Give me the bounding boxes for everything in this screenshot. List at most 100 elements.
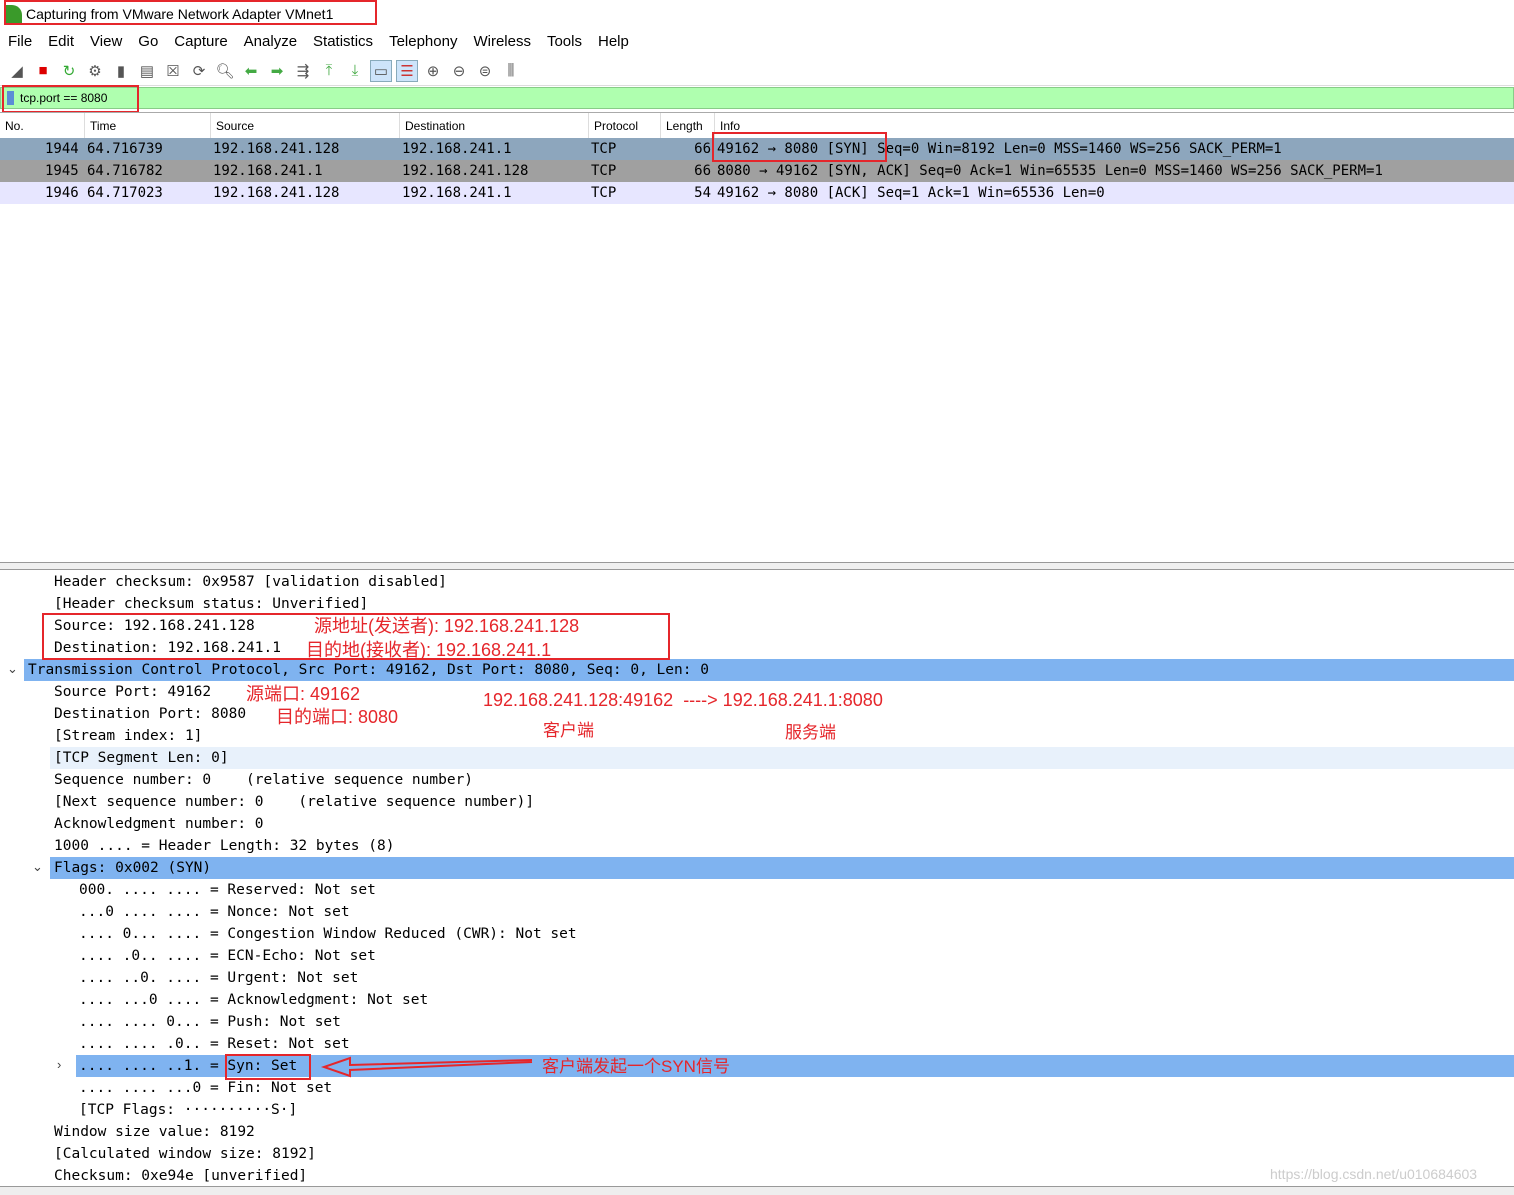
column-destination[interactable]: Destination [399,112,588,139]
detail-line[interactable]: [Calculated window size: 8192] [0,1143,1514,1165]
detail-text: [TCP Segment Len: 0] [54,750,229,766]
resize-columns-icon[interactable]: ⫼ [500,60,522,82]
detail-text: [Stream index: 1] [54,728,203,744]
watermark: https://blog.csdn.net/u010684603 [1270,1166,1478,1182]
detail-line[interactable]: .... .... 0... = Push: Not set [0,1011,1514,1033]
annotation-source: 源地址(发送者): 192.168.241.128 [314,616,580,636]
save-icon[interactable]: ▤ [136,60,158,82]
expand-icon[interactable]: › [57,1057,61,1072]
packet-info: 8080 → 49162 [SYN, ACK] Seq=0 Ack=1 Win=… [717,163,1383,179]
detail-line[interactable]: Header checksum: 0x9587 [validation disa… [0,571,1514,593]
annotation-server: 服务端 [785,723,836,742]
packet-row[interactable]: 1946 64.717023 192.168.241.128 192.168.241.… [0,182,1514,204]
packet-dst: 192.168.241.1 [402,185,512,201]
menu-tools[interactable]: Tools [539,30,590,54]
detail-text: .... .... ...0 = Fin: Not set [79,1080,333,1096]
annotation-box [225,1054,311,1080]
colorize-icon[interactable]: ☰ [396,59,418,82]
detail-text: .... .... 0... = Push: Not set [79,1014,341,1030]
detail-line[interactable]: 000. .... .... = Reserved: Not set [0,879,1514,901]
menu-telephony[interactable]: Telephony [381,30,465,54]
detail-line[interactable]: .... .... ...0 = Fin: Not set [0,1077,1514,1099]
collapse-icon[interactable]: ⌄ [32,859,43,875]
detail-text: Window size value: 8192 [54,1124,255,1140]
menu-file[interactable]: File [0,30,40,54]
detail-line[interactable]: .... ..0. .... = Urgent: Not set [0,967,1514,989]
menu-wireless[interactable]: Wireless [465,30,539,54]
detail-line[interactable]: [TCP Flags: ··········S·] [0,1099,1514,1121]
zoom-in-icon[interactable]: ⊕ [422,60,444,82]
restart-icon[interactable]: ↻ [58,60,80,82]
detail-line[interactable]: [Header checksum status: Unverified] [0,593,1514,615]
detail-line[interactable]: 1000 .... = Header Length: 32 bytes (8) [0,835,1514,857]
collapse-icon[interactable]: ⌄ [7,661,18,677]
back-icon[interactable]: ⬅ [240,60,262,82]
go-to-packet-icon[interactable]: ⇶ [292,60,314,82]
packet-no: 1945 [45,163,79,179]
detail-text: Sequence number: 0 (relative sequence nu… [54,772,474,788]
main-toolbar: ◢ ■ ↻ ⚙ ▮ ▤ ☒ ⟳ 🔍︎ ⬅ ➡ ⇶ ⤒ ⤓ ▭ ☰ ⊕ ⊖ ⊜ ⫼ [0,56,1514,86]
display-filter-bar[interactable]: tcp.port == 8080 [0,87,1514,109]
menu-bar: File Edit View Go Capture Analyze Statistics Te… [0,30,637,54]
detail-text: Header checksum: 0x9587 [validation disa… [54,574,447,590]
detail-line[interactable]: Sequence number: 0 (relative sequence nu… [0,769,1514,791]
detail-text: Checksum: 0xe94e [unverified] [54,1168,308,1184]
annotation-box [4,0,377,25]
autoscroll-icon[interactable]: ▭ [370,59,392,82]
annotation-client: 客户端 [543,721,594,740]
detail-line[interactable]: .... 0... .... = Congestion Window Reduc… [0,923,1514,945]
menu-edit[interactable]: Edit [40,30,82,54]
menu-capture[interactable]: Capture [166,30,235,54]
packet-time: 64.717023 [87,185,163,201]
detail-text: [TCP Flags: ··········S·] [79,1102,298,1118]
first-packet-icon[interactable]: ⤒ [318,60,340,82]
detail-line[interactable]: Transmission Control Protocol, Src Port:… [24,659,1514,681]
detail-line[interactable]: Flags: 0x002 (SYN) [50,857,1514,879]
menu-statistics[interactable]: Statistics [305,30,381,54]
last-packet-icon[interactable]: ⤓ [344,60,366,82]
reload-icon[interactable]: ⟳ [188,60,210,82]
packet-length: 66 [694,141,711,157]
column-protocol[interactable]: Protocol [588,112,660,139]
shark-fin-icon[interactable]: ◢ [6,60,28,82]
detail-line[interactable]: ...0 .... .... = Nonce: Not set [0,901,1514,923]
detail-line[interactable]: [Stream index: 1] [0,725,1514,747]
detail-line[interactable]: .... ...0 .... = Acknowledgment: Not set [0,989,1514,1011]
column-length[interactable]: Length [660,112,714,139]
detail-line[interactable]: [TCP Segment Len: 0] [50,747,1514,769]
detail-text: 000. .... .... = Reserved: Not set [79,882,376,898]
packet-row[interactable]: 1945 64.716782 192.168.241.1 192.168.241.12… [0,160,1514,182]
detail-line[interactable]: Acknowledgment number: 0 [0,813,1514,835]
packet-proto: TCP [591,185,617,201]
zoom-normal-icon[interactable]: ⊜ [474,60,496,82]
zoom-out-icon[interactable]: ⊖ [448,60,470,82]
detail-line[interactable]: [Next sequence number: 0 (relative seque… [0,791,1514,813]
detail-text: Flags: 0x002 (SYN) [54,860,212,876]
annotation-destination: 目的地(接收者): 192.168.241.1 [306,640,552,660]
forward-icon[interactable]: ➡ [266,60,288,82]
packet-length: 54 [694,185,711,201]
detail-text: .... .... .0.. = Reset: Not set [79,1036,350,1052]
options-icon[interactable]: ⚙ [84,60,106,82]
detail-text: [Next sequence number: 0 (relative seque… [54,794,535,810]
column-time[interactable]: Time [84,112,210,139]
stop-icon[interactable]: ■ [32,60,54,82]
column-no[interactable]: No. [0,113,84,139]
bytes-pane-edge [0,1186,1514,1195]
detail-text: Source Port: 49162 [54,684,212,700]
close-file-icon[interactable]: ☒ [162,60,184,82]
pane-splitter[interactable] [0,562,1514,570]
menu-go[interactable]: Go [130,30,166,54]
detail-line[interactable]: .... .... .0.. = Reset: Not set [0,1033,1514,1055]
detail-line[interactable]: Window size value: 8192 [0,1121,1514,1143]
find-icon[interactable]: 🔍︎ [214,60,236,82]
column-source[interactable]: Source [210,112,399,139]
open-icon[interactable]: ▮ [110,60,132,82]
detail-line[interactable]: .... .0.. .... = ECN-Echo: Not set [0,945,1514,967]
menu-analyze[interactable]: Analyze [236,30,305,54]
menu-view[interactable]: View [82,30,130,54]
detail-text: .... 0... .... = Congestion Window Reduc… [79,926,577,942]
detail-text: [Calculated window size: 8192] [54,1146,316,1162]
detail-text: ...0 .... .... = Nonce: Not set [79,904,350,920]
menu-help[interactable]: Help [590,30,637,54]
